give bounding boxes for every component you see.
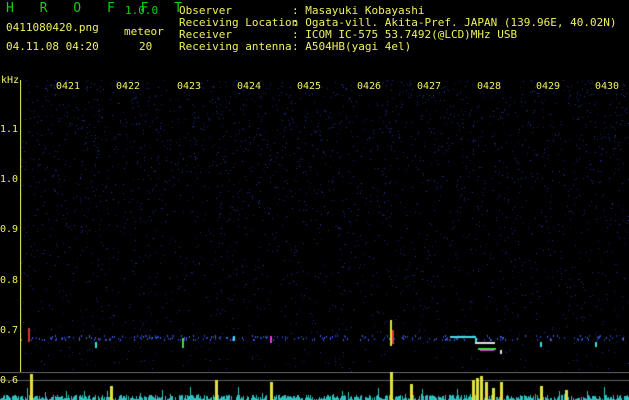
y-tick: 0.8 <box>0 275 19 286</box>
app-version: 1.0.0 <box>125 4 159 17</box>
meteor-count: 20 <box>139 40 153 53</box>
x-tick: 0430 <box>595 81 620 92</box>
spectrum-strip <box>0 372 629 400</box>
y-tick: 0.7 <box>0 325 19 336</box>
x-tick: 0428 <box>477 81 502 92</box>
datetime: 04.11.08 04:20 <box>6 40 99 53</box>
antenna-value: : A504HB(yagi 4el) <box>292 40 412 53</box>
hrofft-window: H R O F F T 1.0.0 0411080420.png meteor … <box>0 0 629 400</box>
y-axis-unit: kHz <box>1 75 20 86</box>
x-tick: 0427 <box>417 81 442 92</box>
x-tick: 0426 <box>357 81 382 92</box>
x-tick: 0429 <box>536 81 561 92</box>
meteor-label: meteor <box>124 25 164 38</box>
file-name: 0411080420.png <box>6 21 99 34</box>
antenna-label: Receiving antenna <box>179 40 292 53</box>
y-tick: 0.9 <box>0 224 19 235</box>
spectrogram <box>20 80 629 372</box>
y-tick: 1.0 <box>0 174 19 185</box>
x-tick: 0423 <box>177 81 202 92</box>
x-tick: 0421 <box>56 81 81 92</box>
y-tick: 0.6 <box>0 375 19 386</box>
x-tick: 0425 <box>297 81 322 92</box>
x-tick: 0422 <box>116 81 141 92</box>
y-tick: 1.1 <box>0 124 19 135</box>
x-tick: 0424 <box>237 81 262 92</box>
app-title: H R O F F T <box>6 1 192 16</box>
